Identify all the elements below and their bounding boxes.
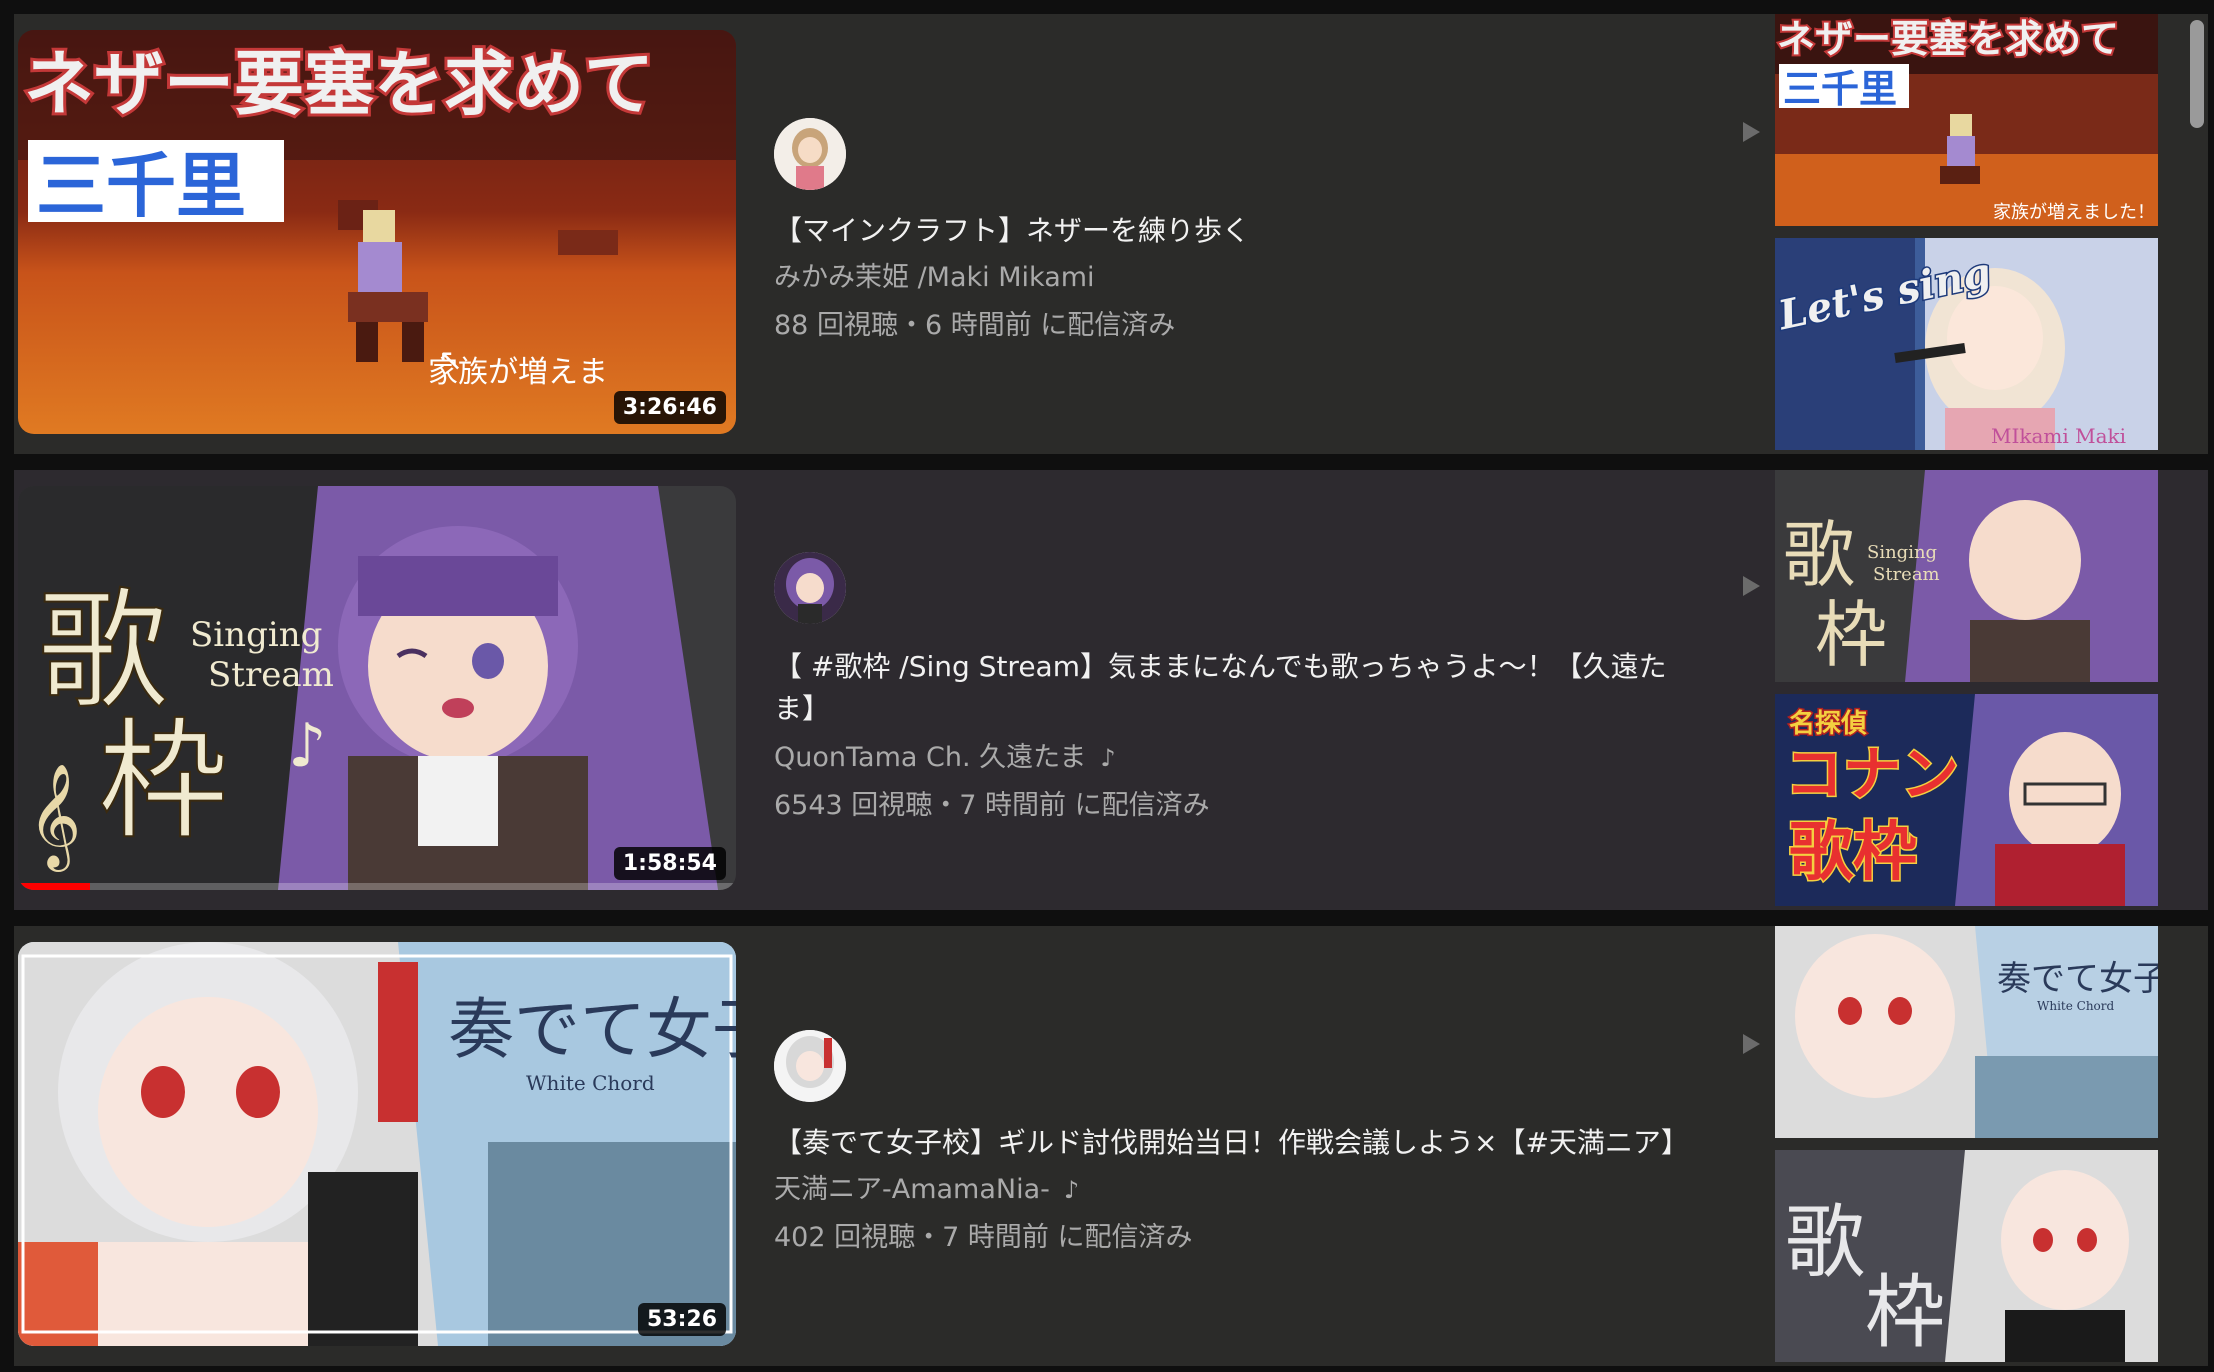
side-thumb-subtext: コナン bbox=[1785, 740, 1959, 808]
video-info: 【 #歌枠 /Sing Stream】気ままになんでも歌っちゃうよ〜！【久遠たま… bbox=[774, 470, 1754, 910]
video-info: 【奏でて女子校】ギルド討伐開始当日！作戦会議しよう×【#天満ニア】 天満ニア-A… bbox=[774, 926, 1754, 1366]
side-thumb-text: ネザー要塞を求めて bbox=[1777, 17, 2119, 61]
duration-badge: 53:26 bbox=[637, 1303, 726, 1336]
side-thumb-note: 歌枠 bbox=[1789, 816, 1917, 890]
channel-avatar[interactable] bbox=[774, 118, 846, 190]
side-thumb-subtext: 三千里 bbox=[1783, 67, 1897, 111]
video-info: 【マインクラフト】ネザーを練り歩く みかみ茉姫 /Maki Mikami 88 … bbox=[774, 14, 1754, 454]
thumb-title-text: 奏でて女子校 bbox=[448, 991, 736, 1068]
duration-badge: 3:26:46 bbox=[613, 391, 726, 424]
play-arrow-icon[interactable] bbox=[1743, 122, 1760, 142]
side-thumb-subtext: MIkami Maki bbox=[1991, 424, 2126, 448]
scrollbar-thumb[interactable] bbox=[2190, 20, 2204, 128]
svg-text:Stream: Stream bbox=[1873, 564, 1940, 585]
video-thumbnail[interactable]: ネザー要塞を求めて 三千里 家族が増えま ↖ 3:26:46 bbox=[18, 30, 736, 434]
side-thumb-text: 歌 bbox=[1785, 1196, 1865, 1289]
svg-text:𝄞: 𝄞 bbox=[28, 763, 81, 872]
play-arrow-icon[interactable] bbox=[1743, 576, 1760, 596]
video-thumbnail[interactable]: 歌 枠 Singing Stream ♪ 𝄞 1:58:54 bbox=[18, 486, 736, 890]
video-row[interactable]: ネザー要塞を求めて 三千里 家族が増えま ↖ 3:26:46 【マインクラフト】… bbox=[14, 14, 2208, 454]
music-note-icon: ♪ bbox=[1063, 1176, 1080, 1204]
channel-name-text: QuonTama Ch. 久遠たま bbox=[774, 742, 1087, 773]
side-thumb-text: 奏でて女子校 bbox=[1997, 959, 2158, 999]
side-thumbnail[interactable]: 歌 枠 bbox=[1775, 1150, 2158, 1362]
music-note-icon: ♪ bbox=[1100, 744, 1116, 772]
side-thumbnail[interactable]: 名探偵 コナン 歌枠 bbox=[1775, 694, 2158, 906]
side-thumb-subtext: White Chord bbox=[2037, 999, 2115, 1013]
video-title[interactable]: 【マインクラフト】ネザーを練り歩く bbox=[774, 210, 1694, 252]
thumb-subtitle-text: 三千里 bbox=[36, 145, 246, 227]
channel-avatar[interactable] bbox=[774, 1030, 846, 1102]
thumb-title-text-2: 枠 bbox=[98, 705, 228, 857]
svg-text:♪: ♪ bbox=[288, 711, 326, 781]
thumb-title-text: ネザー要塞を求めて bbox=[24, 43, 654, 125]
side-thumbnail[interactable]: 歌 枠 Singing Stream bbox=[1775, 470, 2158, 682]
play-arrow-icon[interactable] bbox=[1743, 1034, 1760, 1054]
video-row[interactable]: 奏でて女子校 White Chord 53:26 【奏でて女子校】ギルド討伐開始… bbox=[14, 926, 2208, 1366]
svg-text:Stream: Stream bbox=[208, 655, 334, 695]
video-title[interactable]: 【奏でて女子校】ギルド討伐開始当日！作戦会議しよう×【#天満ニア】 bbox=[774, 1122, 1694, 1164]
video-meta: 6543 回視聴・7 時間前 に配信済み bbox=[774, 790, 1210, 821]
side-thumb-note: 家族が増えました！ bbox=[1993, 202, 2155, 223]
svg-text:枠: 枠 bbox=[1815, 593, 1887, 677]
side-thumbnail[interactable]: Let's sing MIkami Maki bbox=[1775, 238, 2158, 450]
svg-text:枠: 枠 bbox=[1865, 1266, 1945, 1359]
progress-track bbox=[18, 883, 736, 890]
side-thumbnail[interactable]: 奏でて女子校 White Chord bbox=[1775, 926, 2158, 1138]
video-meta: 402 回視聴・7 時間前 に配信済み bbox=[774, 1222, 1193, 1253]
side-thumb-text: 歌 bbox=[1783, 513, 1855, 597]
video-meta: 88 回視聴・6 時間前 に配信済み bbox=[774, 310, 1176, 341]
channel-name[interactable]: 天満ニア-AmamaNia- ♪ bbox=[774, 1172, 1079, 1208]
thumb-subtitle-text: Singing bbox=[190, 615, 322, 655]
video-thumbnail[interactable]: 奏でて女子校 White Chord 53:26 bbox=[18, 942, 736, 1346]
svg-text:Singing: Singing bbox=[1867, 542, 1937, 563]
channel-name-text: 天満ニア-AmamaNia- bbox=[774, 1174, 1050, 1205]
video-title[interactable]: 【 #歌枠 /Sing Stream】気ままになんでも歌っちゃうよ〜！【久遠たま… bbox=[774, 646, 1694, 730]
channel-name[interactable]: みかみ茉姫 /Maki Mikami bbox=[774, 260, 1095, 296]
thumb-subtitle-text: White Chord bbox=[526, 1071, 655, 1095]
side-thumb-text: 名探偵 bbox=[1789, 708, 1867, 739]
side-thumbnail[interactable]: ネザー要塞を求めて 三千里 家族が増えました！ bbox=[1775, 14, 2158, 226]
video-row[interactable]: 歌 枠 Singing Stream ♪ 𝄞 1:58:54 【 #歌枠 /Si… bbox=[14, 470, 2208, 910]
watch-progress-bar bbox=[18, 883, 90, 890]
channel-name[interactable]: QuonTama Ch. 久遠たま ♪ bbox=[774, 740, 1116, 776]
channel-avatar[interactable] bbox=[774, 552, 846, 624]
duration-badge: 1:58:54 bbox=[613, 847, 726, 880]
svg-text:↖: ↖ bbox=[438, 343, 463, 378]
